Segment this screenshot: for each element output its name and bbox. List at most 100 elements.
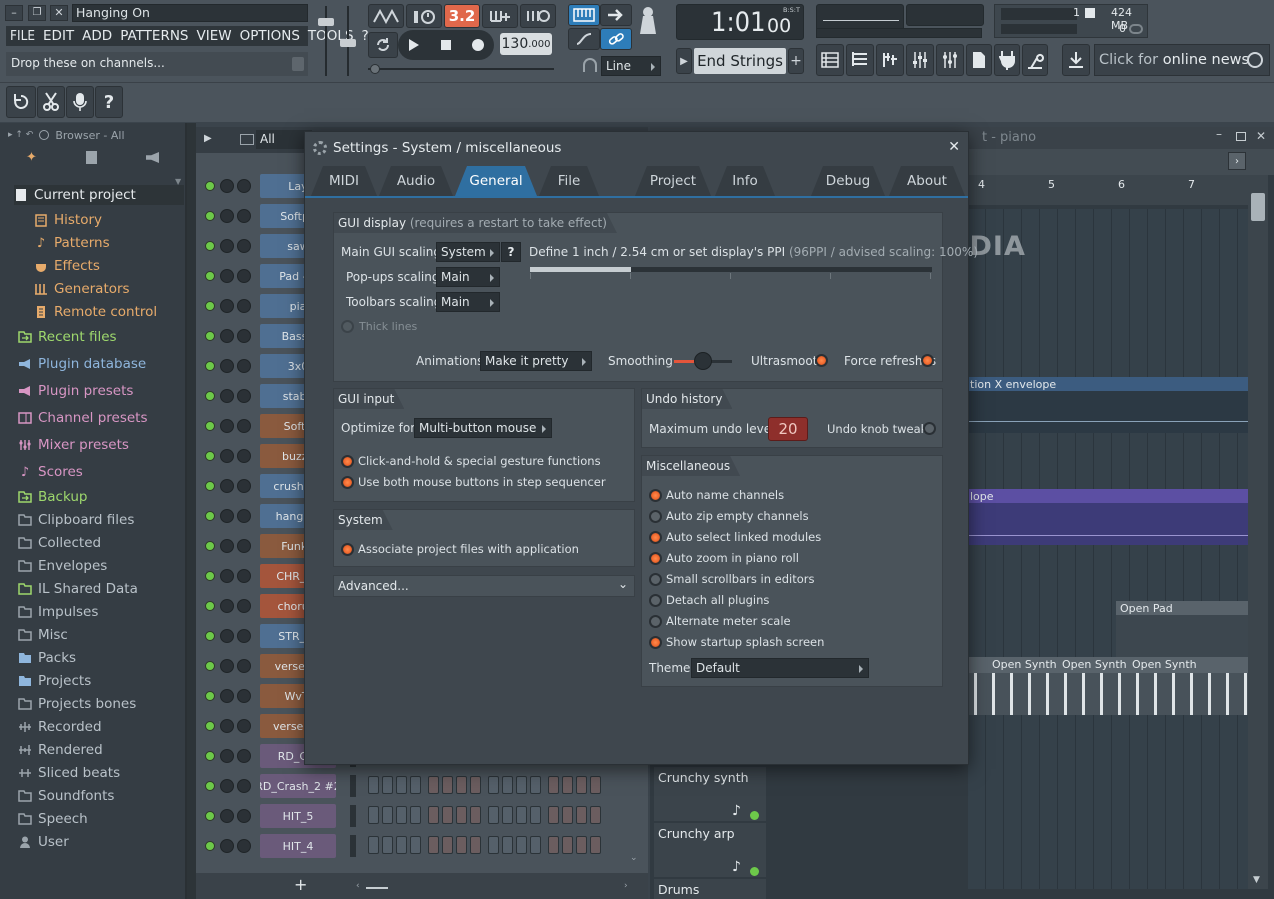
record-button[interactable] — [464, 32, 492, 58]
browser-tab-plugins-icon[interactable] — [146, 152, 159, 163]
channel-mute-led[interactable] — [205, 571, 215, 581]
multilink-icon[interactable] — [600, 28, 632, 50]
panel-splitter[interactable] — [187, 123, 196, 899]
channel-volume-knob[interactable] — [220, 389, 234, 403]
browser-item-collected[interactable]: Collected — [18, 533, 101, 553]
window-close-icon[interactable]: ✕ — [50, 5, 68, 21]
channel-pan-knob[interactable] — [237, 689, 251, 703]
menu-edit[interactable]: EDIT — [39, 28, 78, 44]
step-button[interactable] — [516, 776, 527, 794]
rack-vscroll-down-icon[interactable]: ⌄ — [630, 853, 638, 863]
popups-scaling-select[interactable]: Main — [436, 267, 500, 287]
step-button[interactable] — [396, 776, 407, 794]
pattern-clip-row[interactable]: Open Synth Open Synth Open Synth — [968, 657, 1248, 673]
misc-option-radio[interactable] — [649, 531, 662, 544]
cpu-checkbox[interactable] — [1085, 8, 1095, 18]
channel-select-bar[interactable] — [350, 805, 356, 827]
channel-volume-knob[interactable] — [220, 629, 234, 643]
browser-item-plugin-presets[interactable]: Plugin presets — [18, 381, 133, 401]
step-button[interactable] — [456, 836, 467, 854]
step-button[interactable] — [382, 806, 393, 824]
snap-select[interactable]: Line — [601, 56, 661, 76]
step-button[interactable] — [576, 836, 587, 854]
tab-debug[interactable]: Debug — [811, 166, 885, 196]
step-button[interactable] — [590, 836, 601, 854]
channel-pan-knob[interactable] — [237, 419, 251, 433]
channel-pan-knob[interactable] — [237, 359, 251, 373]
browser-item-sliced-beats[interactable]: Sliced beats — [18, 763, 120, 783]
step-button[interactable] — [382, 776, 393, 794]
channel-mute-led[interactable] — [205, 181, 215, 191]
tab-file[interactable]: File — [539, 166, 599, 196]
playlist-window-icon[interactable] — [816, 44, 844, 76]
channel-name-button[interactable]: HIT_4 — [260, 834, 336, 858]
automation-clip-1[interactable]: tion X envelope — [968, 377, 1248, 433]
online-news-box[interactable]: Click for online news — [1094, 44, 1270, 76]
channel-mute-led[interactable] — [205, 721, 215, 731]
menu-file[interactable]: FILE — [6, 28, 39, 44]
channel-pan-knob[interactable] — [237, 749, 251, 763]
channel-volume-knob[interactable] — [220, 299, 234, 313]
step-button[interactable] — [368, 806, 379, 824]
step-button[interactable] — [530, 836, 541, 854]
step-button[interactable] — [502, 806, 513, 824]
loop-record-icon[interactable] — [520, 4, 556, 28]
misc-option-radio[interactable] — [649, 615, 662, 628]
piano-roll-icon[interactable] — [876, 44, 904, 76]
pattern-number[interactable]: 3.2 — [444, 4, 480, 28]
channel-pan-knob[interactable] — [237, 509, 251, 523]
browser-item-speech[interactable]: Speech — [18, 809, 88, 829]
pattern-name[interactable]: End Strings — [694, 48, 786, 74]
browser-item-scores[interactable]: ♪ Scores — [18, 462, 83, 482]
time-display[interactable]: 1:01 00 B:S:T — [676, 4, 804, 40]
force-refreshes-radio[interactable] — [921, 354, 934, 367]
song-title[interactable]: Hanging On — [72, 4, 308, 22]
channel-mute-led[interactable] — [205, 481, 215, 491]
rack-menu-icon[interactable]: ▶ — [204, 133, 212, 144]
channel-pan-knob[interactable] — [237, 449, 251, 463]
tab-general[interactable]: General — [455, 166, 537, 196]
misc-option-radio[interactable] — [649, 552, 662, 565]
browser-tab-all-icon[interactable]: ✦ — [26, 150, 37, 165]
playlist-vscrollbar[interactable]: ▼ — [1248, 175, 1268, 889]
pattern-song-toggle[interactable] — [368, 4, 404, 28]
tab-project[interactable]: Project — [635, 166, 711, 196]
step-button[interactable] — [488, 806, 499, 824]
channel-volume-knob[interactable] — [220, 659, 234, 673]
misc-option-radio[interactable] — [649, 510, 662, 523]
step-button[interactable] — [396, 806, 407, 824]
channel-pan-knob[interactable] — [237, 389, 251, 403]
step-button[interactable] — [548, 776, 559, 794]
step-button[interactable] — [396, 836, 407, 854]
step-button[interactable] — [562, 776, 573, 794]
browser-item-user[interactable]: User — [18, 832, 69, 852]
step-button[interactable] — [428, 776, 439, 794]
hint-panel-icon[interactable] — [636, 4, 660, 38]
channel-pan-knob[interactable] — [237, 209, 251, 223]
channel-pan-knob[interactable] — [237, 719, 251, 733]
channel-volume-knob[interactable] — [220, 479, 234, 493]
loop-mode-icon[interactable] — [368, 32, 398, 58]
dialog-titlebar[interactable]: Settings - System / miscellaneous ✕ — [305, 132, 968, 164]
channel-volume-knob[interactable] — [220, 539, 234, 553]
step-button[interactable] — [502, 836, 513, 854]
undo-knob-radio[interactable] — [923, 422, 936, 435]
step-button[interactable] — [562, 806, 573, 824]
channel-volume-knob[interactable] — [220, 449, 234, 463]
channel-mute-led[interactable] — [205, 391, 215, 401]
mixer-icon[interactable] — [906, 44, 934, 76]
browser-item-effects[interactable]: Effects — [34, 256, 100, 276]
channel-volume-knob[interactable] — [220, 329, 234, 343]
channel-volume-knob[interactable] — [220, 839, 234, 853]
channel-mute-led[interactable] — [205, 661, 215, 671]
ultrasmooth-radio[interactable] — [815, 354, 828, 367]
mixer-alt-icon[interactable] — [936, 44, 964, 76]
typing-keyboard-icon[interactable] — [568, 4, 600, 26]
step-button[interactable] — [382, 836, 393, 854]
channel-mute-led[interactable] — [205, 811, 215, 821]
channel-pan-knob[interactable] — [237, 839, 251, 853]
window-menu-icon[interactable]: – — [5, 5, 23, 21]
browser-tab-files-icon[interactable] — [86, 151, 97, 164]
channel-volume-knob[interactable] — [220, 509, 234, 523]
browser-item-mixer-presets[interactable]: Mixer presets — [18, 435, 129, 455]
